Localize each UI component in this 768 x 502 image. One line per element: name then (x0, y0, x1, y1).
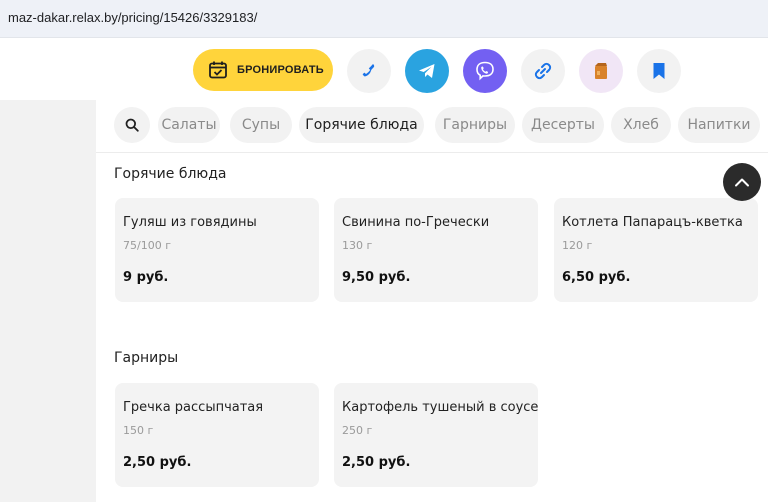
chevron-up-icon (735, 178, 749, 187)
category-bar: Салаты Супы Горячие блюда Гарниры Десерт… (96, 100, 768, 153)
section-title-sides: Гарниры (114, 350, 179, 366)
search-icon (125, 118, 139, 132)
scroll-to-top-button[interactable] (723, 163, 761, 201)
menu-item-card[interactable]: Котлета Папарацъ-кветка 120 г 6,50 руб. (554, 198, 758, 302)
menu-item-card[interactable]: Гуляш из говядины 75/100 г 9 руб. (115, 198, 319, 302)
phone-icon (362, 64, 375, 77)
tab-hot-dishes[interactable]: Горячие блюда (299, 107, 424, 143)
tab-drinks[interactable]: Напитки (678, 107, 760, 143)
link-icon (534, 62, 552, 80)
item-name: Картофель тушеный в соусе (342, 400, 539, 415)
menu-content: Салаты Супы Горячие блюда Гарниры Десерт… (96, 100, 768, 502)
item-price: 6,50 руб. (562, 270, 631, 285)
telegram-icon (419, 64, 435, 78)
item-name: Гуляш из говядины (123, 215, 257, 230)
tab-soups[interactable]: Супы (230, 107, 292, 143)
item-weight: 130 г (342, 239, 373, 252)
category-search-button[interactable] (114, 107, 150, 143)
viber-button[interactable] (463, 49, 507, 93)
viber-icon (476, 61, 494, 81)
tab-desserts[interactable]: Десерты (522, 107, 604, 143)
menu-item-card[interactable]: Картофель тушеный в соусе 250 г 2,50 руб… (334, 383, 538, 487)
item-weight: 120 г (562, 239, 593, 252)
calendar-check-icon (209, 61, 227, 79)
book-button-label: БРОНИРОВАТЬ (237, 64, 324, 76)
item-price: 9 руб. (123, 270, 169, 285)
bookmark-button[interactable] (637, 49, 681, 93)
left-sidebar (0, 100, 96, 502)
book-button[interactable]: БРОНИРОВАТЬ (193, 49, 333, 91)
item-weight: 150 г (123, 424, 154, 437)
item-name: Гречка рассыпчатая (123, 400, 264, 415)
phone-button[interactable] (347, 49, 391, 93)
app-button[interactable] (579, 49, 623, 93)
item-price: 2,50 руб. (342, 455, 411, 470)
section-title-hot: Горячие блюда (114, 166, 227, 182)
item-price: 2,50 руб. (123, 455, 192, 470)
bookmark-icon (653, 63, 665, 79)
menu-item-card[interactable]: Свинина по-Гречески 130 г 9,50 руб. (334, 198, 538, 302)
item-price: 9,50 руб. (342, 270, 411, 285)
url-text[interactable]: maz-dakar.relax.by/pricing/15426/3329183… (8, 10, 257, 25)
tab-bread[interactable]: Хлеб (611, 107, 671, 143)
item-name: Свинина по-Гречески (342, 215, 490, 230)
item-weight: 250 г (342, 424, 373, 437)
telegram-button[interactable] (405, 49, 449, 93)
item-weight: 75/100 г (123, 239, 171, 252)
menu-item-card[interactable]: Гречка рассыпчатая 150 г 2,50 руб. (115, 383, 319, 487)
tab-salads[interactable]: Салаты (158, 107, 220, 143)
address-bar[interactable]: maz-dakar.relax.by/pricing/15426/3329183… (0, 0, 768, 38)
tab-sides[interactable]: Гарниры (435, 107, 515, 143)
item-name: Котлета Папарацъ-кветка (562, 215, 743, 230)
copy-link-button[interactable] (521, 49, 565, 93)
action-toolbar: БРОНИРОВАТЬ (0, 38, 768, 100)
bag-icon (595, 63, 607, 79)
